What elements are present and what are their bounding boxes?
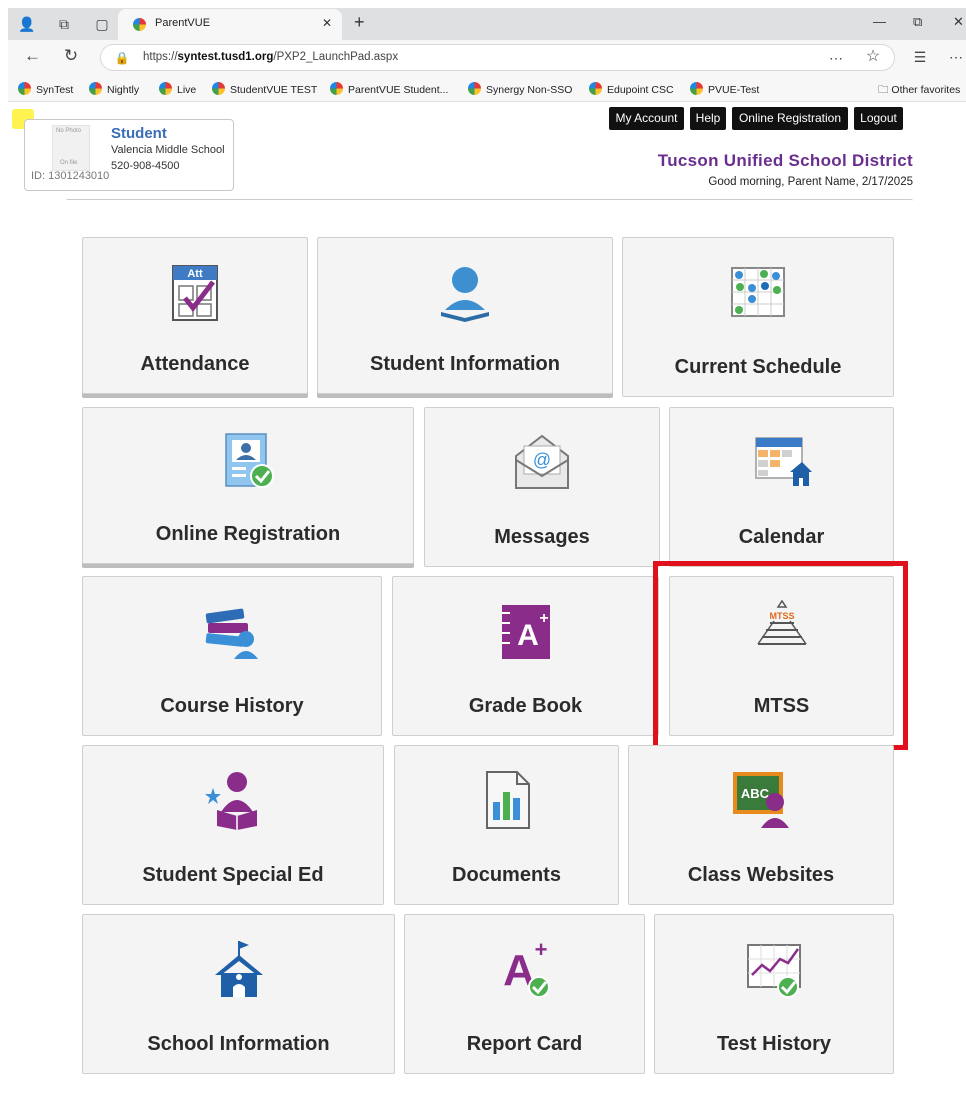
bookmark-studentvue-test[interactable]: StudentVUE TEST [212, 82, 317, 96]
bookmark-favicon-icon [18, 82, 31, 95]
bookmark-edupoint-csc[interactable]: Edupoint CSC [589, 82, 674, 96]
online-registration-button[interactable]: Online Registration [732, 107, 848, 130]
documents-icon [485, 771, 530, 829]
bookmark-pvue-test[interactable]: PVUE-Test [690, 82, 759, 96]
tile-class-websites[interactable]: ABC Class Websites [628, 745, 894, 905]
bookmark-favicon-icon [89, 82, 102, 95]
svg-text:@: @ [533, 450, 551, 470]
student-info-icon [441, 267, 489, 322]
district-name: Tucson Unified School District [657, 151, 913, 170]
tile-report-card[interactable]: A + Report Card [404, 914, 645, 1074]
svg-text:A: A [517, 619, 539, 652]
calendar-icon [754, 437, 812, 486]
tile-label: Course History [160, 695, 304, 717]
browser-tab[interactable]: ParentVUE ✕ [118, 9, 342, 40]
tile-label: Class Websites [687, 864, 835, 886]
tile-school-information[interactable]: School Information [82, 914, 395, 1074]
bookmark-live[interactable]: Live [159, 82, 196, 96]
tile-label: Messages [494, 526, 590, 548]
tile-label: Documents [452, 864, 561, 886]
bookmark-nightly[interactable]: Nightly [89, 82, 139, 96]
tile-student-information[interactable]: Student Information [317, 237, 613, 394]
tile-label: Attendance [140, 353, 250, 375]
header-divider [66, 199, 913, 203]
tile-current-schedule[interactable]: Current Schedule [622, 237, 894, 397]
help-button[interactable]: Help [690, 107, 726, 130]
favorite-star-icon[interactable]: ☆ [865, 49, 881, 65]
tile-course-history[interactable]: Course History [82, 576, 382, 736]
more-icon[interactable]: ⋯ [948, 49, 964, 65]
my-account-button[interactable]: My Account [609, 107, 684, 130]
student-phone: 520-908-4500 [111, 160, 180, 172]
attendance-icon: Att [172, 265, 218, 321]
tile-label: Online Registration [155, 523, 341, 545]
profile-icon[interactable]: 👤 [18, 16, 35, 32]
bookmark-favicon-icon [330, 82, 343, 95]
tile-label: Report Card [466, 1033, 583, 1055]
close-tab-icon[interactable]: ✕ [322, 16, 332, 30]
registration-icon [225, 433, 274, 488]
bookmark-favicon-icon [468, 82, 481, 95]
other-favorites[interactable]: 🗀 Other favorites [878, 82, 960, 100]
refresh-icon[interactable]: ↻ [63, 47, 79, 64]
bookmark-favicon-icon [212, 82, 225, 95]
class-websites-icon: ABC [733, 772, 789, 828]
special-ed-icon [205, 772, 257, 830]
tile-calendar[interactable]: Calendar [669, 407, 894, 567]
tile-label: School Information [147, 1033, 330, 1055]
greeting-text: Good morning, Parent Name, 2/17/2025 [708, 176, 913, 188]
parentvue-favicon-icon [133, 18, 146, 31]
lock-icon[interactable]: 🔒 [114, 50, 130, 66]
minimize-icon[interactable]: — [873, 14, 886, 29]
bookmark-syntest[interactable]: SynTest [18, 82, 73, 96]
messages-icon: @ [515, 434, 569, 489]
tile-test-history[interactable]: Test History [654, 914, 894, 1074]
tile-attendance[interactable]: Att Attendance [82, 237, 308, 394]
school-info-icon [214, 941, 263, 997]
folder-icon: 🗀 [878, 84, 892, 96]
student-school: Valencia Middle School [111, 144, 225, 156]
grade-book-icon: A + [501, 605, 550, 659]
student-photo-placeholder: No Photo On file [52, 125, 90, 171]
bookmark-synergy-non-sso[interactable]: Synergy Non-SSO [468, 82, 572, 96]
tile-label: Current Schedule [674, 356, 842, 378]
tile-label: Student Information [370, 353, 560, 375]
svg-text:Att: Att [187, 268, 203, 280]
bookmark-favicon-icon [589, 82, 602, 95]
schedule-icon [731, 267, 785, 317]
workspaces-icon[interactable]: ⧉ [56, 16, 72, 32]
close-window-icon[interactable]: ✕ [953, 14, 964, 30]
svg-text:ABC: ABC [741, 786, 770, 801]
back-icon[interactable]: ← [24, 47, 41, 64]
tile-online-registration[interactable]: Online Registration [82, 407, 414, 564]
bookmark-favicon-icon [690, 82, 703, 95]
tile-documents[interactable]: Documents [394, 745, 619, 905]
restore-icon[interactable]: ⧉ [913, 14, 922, 30]
tile-student-special-ed[interactable]: Student Special Ed [82, 745, 384, 905]
logout-button[interactable]: Logout [854, 107, 903, 130]
tab-title: ParentVUE [155, 17, 211, 29]
student-id: ID: 1301243010 [31, 170, 110, 182]
url-text[interactable]: https://syntest.tusd1.org/PXP2_LaunchPad… [143, 51, 398, 63]
svg-text:+: + [539, 610, 548, 627]
student-name: Student [111, 125, 167, 142]
tile-messages[interactable]: @ Messages [424, 407, 660, 567]
mtss-highlight-box [653, 561, 908, 750]
course-history-icon [205, 608, 258, 659]
svg-text:+: + [534, 937, 547, 962]
favorites-icon[interactable]: ☰ [912, 49, 928, 65]
reader-options-icon[interactable]: ⋯ [828, 50, 844, 66]
report-card-icon: A + [503, 937, 550, 998]
bookmark-parentvue-student[interactable]: ParentVUE Student... [330, 82, 448, 96]
tile-label: Test History [716, 1033, 832, 1055]
new-tab-icon[interactable]: + [354, 12, 365, 33]
test-history-icon [747, 944, 801, 998]
bookmark-favicon-icon [159, 82, 172, 95]
tile-grade-book[interactable]: A + Grade Book [392, 576, 659, 736]
tile-label: Student Special Ed [142, 864, 324, 886]
tile-label: Grade Book [468, 695, 583, 717]
tile-label: Calendar [738, 526, 825, 548]
tab-actions-icon[interactable]: ▢ [94, 16, 110, 32]
